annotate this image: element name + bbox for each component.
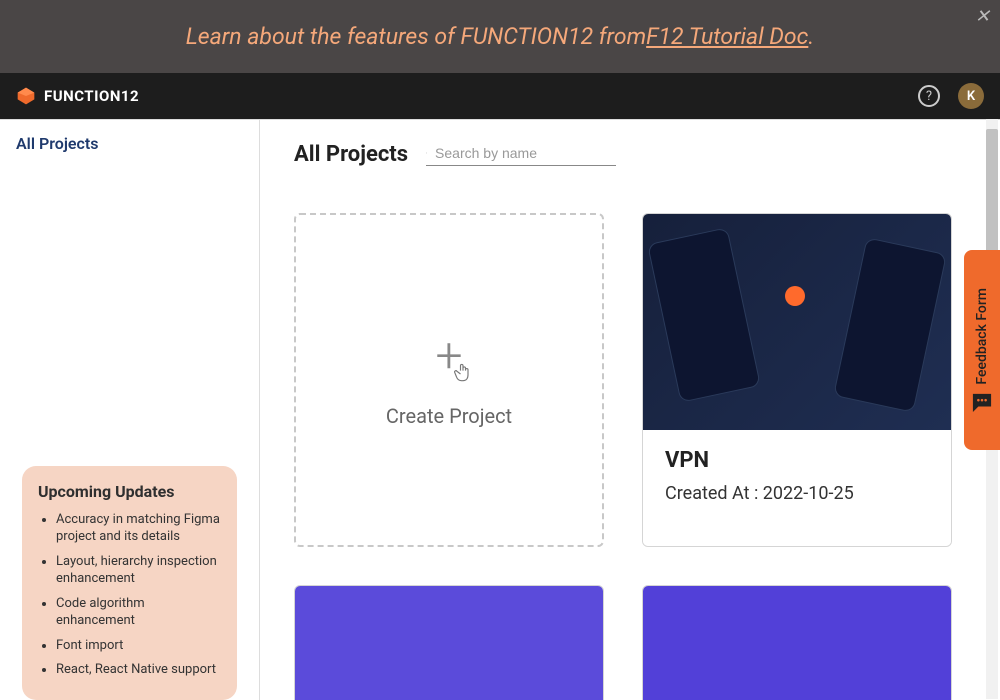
feedback-form-tab[interactable]: Feedback Form [964,250,1000,450]
brand[interactable]: FUNCTION12 [16,86,139,106]
updates-heading: Upcoming Updates [38,482,221,501]
projects-grid: + Create Project VPN Created At : 2022-1… [294,213,966,700]
brand-logo-icon [16,86,36,106]
list-item: Font import [56,637,221,655]
project-thumbnail [295,586,603,700]
close-icon[interactable]: ✕ [975,6,990,27]
project-card-body: VPN Created At : 2022-10-25 [643,430,951,546]
list-item: React, React Native support [56,661,221,679]
main-header: All Projects [294,142,966,167]
banner-link[interactable]: F12 Tutorial Doc [646,23,808,50]
workspace: All Projects Upcoming Updates Accuracy i… [0,119,1000,700]
updates-list: Accuracy in matching Figma project and i… [38,511,221,679]
banner-text-suffix: . [808,23,814,50]
plus-icon: + [435,332,462,380]
create-project-label: Create Project [386,404,512,428]
page-title: All Projects [294,142,408,167]
create-project-card[interactable]: + Create Project [294,213,604,547]
search-input[interactable] [435,145,616,161]
chat-icon [971,392,993,412]
project-created-at: Created At : 2022-10-25 [665,483,929,504]
search-wrap [426,143,616,166]
sidebar: All Projects Upcoming Updates Accuracy i… [0,120,260,700]
list-item: Code algorithm enhancement [56,595,221,630]
search-icon [426,143,427,163]
project-card[interactable]: VPN Created At : 2022-10-25 [642,213,952,547]
help-icon[interactable]: ? [918,85,940,107]
topbar-right: ? K [918,83,984,109]
project-card[interactable] [642,585,952,700]
avatar[interactable]: K [958,83,984,109]
project-thumbnail [643,586,951,700]
banner-text-prefix: Learn about the features of FUNCTION12 f… [186,23,646,50]
list-item: Accuracy in matching Figma project and i… [56,511,221,546]
upcoming-updates-card: Upcoming Updates Accuracy in matching Fi… [22,466,237,700]
feedback-label: Feedback Form [974,288,990,385]
main-content: All Projects + Create Project VPN Create… [260,120,1000,700]
project-title: VPN [665,448,929,473]
thumbnail-accent [785,286,805,306]
list-item: Layout, hierarchy inspection enhancement [56,553,221,588]
topbar: FUNCTION12 ? K [0,73,1000,119]
project-thumbnail [643,214,951,430]
sidebar-item-all-projects[interactable]: All Projects [16,134,243,153]
cursor-hand-icon [453,362,473,386]
brand-text: FUNCTION12 [44,87,139,105]
announcement-banner: Learn about the features of FUNCTION12 f… [0,0,1000,73]
project-card[interactable] [294,585,604,700]
